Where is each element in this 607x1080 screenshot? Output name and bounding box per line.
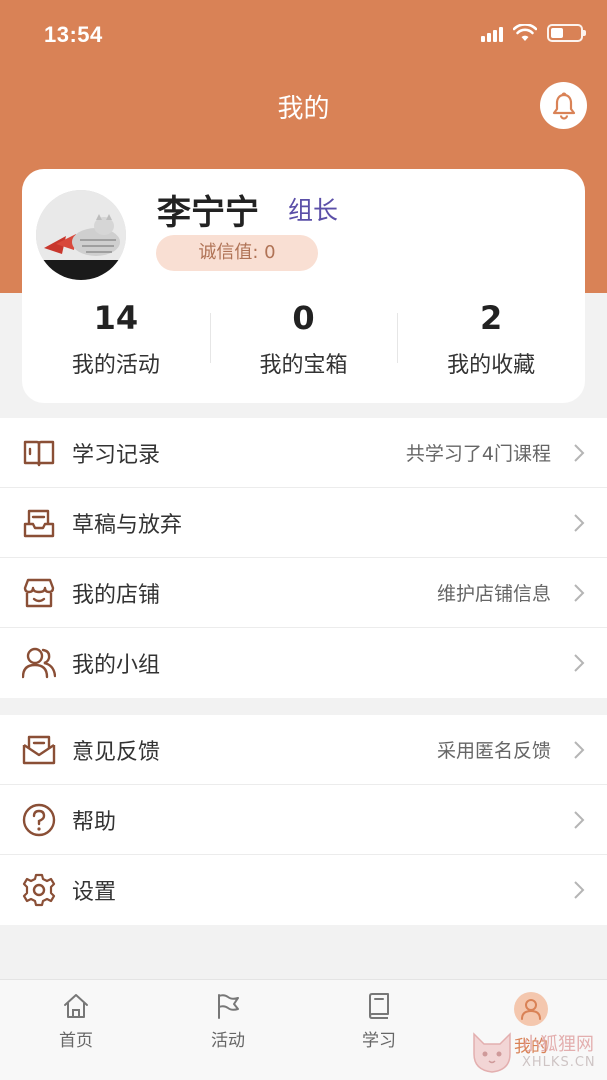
flag-icon: [218, 994, 239, 1019]
profile-card: 李宁宁 组长 诚信值: 0 14 我的活动 0 我的宝箱 2 我的收藏: [22, 169, 585, 403]
home-icon: [64, 994, 88, 1018]
avatar-image: [36, 190, 126, 280]
tab-label: 活动: [211, 1031, 245, 1051]
status-icons: [481, 24, 586, 42]
menu-item-study-record[interactable]: 学习记录 共学习了4门课程: [0, 418, 607, 488]
menu-item-drafts[interactable]: 草稿与放弃: [0, 488, 607, 558]
fox-logo-icon: [473, 1032, 511, 1073]
status-bar: 13:54: [0, 0, 607, 72]
stat-value: 2: [480, 299, 503, 337]
stat-label: 我的收藏: [447, 353, 536, 378]
status-time: 13:54: [44, 22, 103, 47]
chevron-right-icon: [574, 584, 585, 602]
watermark: 小狐狸网 XHLKS.CN: [468, 1030, 596, 1074]
menu-item-feedback[interactable]: 意见反馈 采用匿名反馈: [0, 715, 607, 785]
menu-label: 设置: [72, 880, 117, 905]
menu-label: 草稿与放弃: [72, 512, 183, 538]
users-icon: [22, 647, 56, 679]
menu-hint: 采用匿名反馈: [436, 740, 551, 762]
stat-my-favorites[interactable]: 2 我的收藏: [397, 297, 585, 387]
user-name: 李宁宁: [157, 193, 259, 233]
stat-label: 我的宝箱: [259, 353, 348, 378]
menu-label: 意见反馈: [72, 739, 161, 765]
draft-tray-icon: [23, 509, 55, 538]
chevron-right-icon: [574, 444, 585, 462]
tab-label: 首页: [59, 1031, 93, 1051]
bell-icon: [552, 92, 575, 120]
stat-my-treasure[interactable]: 0 我的宝箱: [209, 297, 398, 387]
avatar[interactable]: [36, 190, 126, 280]
tab-home[interactable]: 首页: [31, 992, 121, 1051]
watermark-title: 小狐狸网: [522, 1033, 594, 1055]
menu-item-my-group[interactable]: 我的小组: [0, 628, 607, 698]
notification-button[interactable]: [540, 82, 587, 129]
chevron-right-icon: [574, 881, 585, 899]
stat-value: 0: [292, 299, 315, 337]
credit-badge: 诚信值: 0: [156, 235, 318, 271]
wifi-icon: [513, 24, 537, 41]
tab-activities[interactable]: 活动: [183, 992, 273, 1051]
menu-hint: 共学习了4门课程: [405, 443, 551, 465]
menu-label: 学习记录: [72, 442, 161, 468]
book-open-icon: [23, 440, 55, 467]
help-circle-icon: [22, 803, 56, 837]
menu-label: 帮助: [72, 809, 117, 835]
chevron-right-icon: [574, 741, 585, 759]
page-title: 我的: [277, 94, 330, 124]
menu-group-primary: 学习记录 共学习了4门课程 草稿与放弃 我的店铺 维护店铺信息 我的小组: [0, 418, 607, 698]
chevron-right-icon: [574, 654, 585, 672]
user-icon: [514, 992, 548, 1026]
store-icon: [23, 578, 55, 608]
stat-label: 我的活动: [71, 353, 160, 378]
signal-icon: [481, 24, 503, 42]
stats-row: 14 我的活动 0 我的宝箱 2 我的收藏: [22, 297, 585, 387]
tab-study[interactable]: 学习: [334, 992, 424, 1051]
menu-label: 我的小组: [72, 653, 161, 678]
stat-my-activities[interactable]: 14 我的活动: [22, 297, 210, 387]
watermark-url: XHLKS.CN: [522, 1054, 596, 1070]
menu-item-settings[interactable]: 设置: [0, 855, 607, 925]
chevron-right-icon: [574, 514, 585, 532]
menu-item-help[interactable]: 帮助: [0, 785, 607, 855]
user-role: 组长: [288, 196, 339, 225]
menu-item-my-store[interactable]: 我的店铺 维护店铺信息: [0, 558, 607, 628]
stat-value: 14: [93, 299, 139, 337]
tab-label: 学习: [362, 1031, 396, 1051]
book-icon: [369, 993, 389, 1019]
feedback-mail-icon: [22, 735, 56, 765]
gear-icon: [22, 873, 56, 907]
menu-label: 我的店铺: [72, 582, 161, 608]
battery-icon: [547, 24, 586, 42]
menu-hint: 维护店铺信息: [436, 583, 551, 605]
chevron-right-icon: [574, 811, 585, 829]
menu-group-secondary: 意见反馈 采用匿名反馈 帮助 设置: [0, 715, 607, 925]
